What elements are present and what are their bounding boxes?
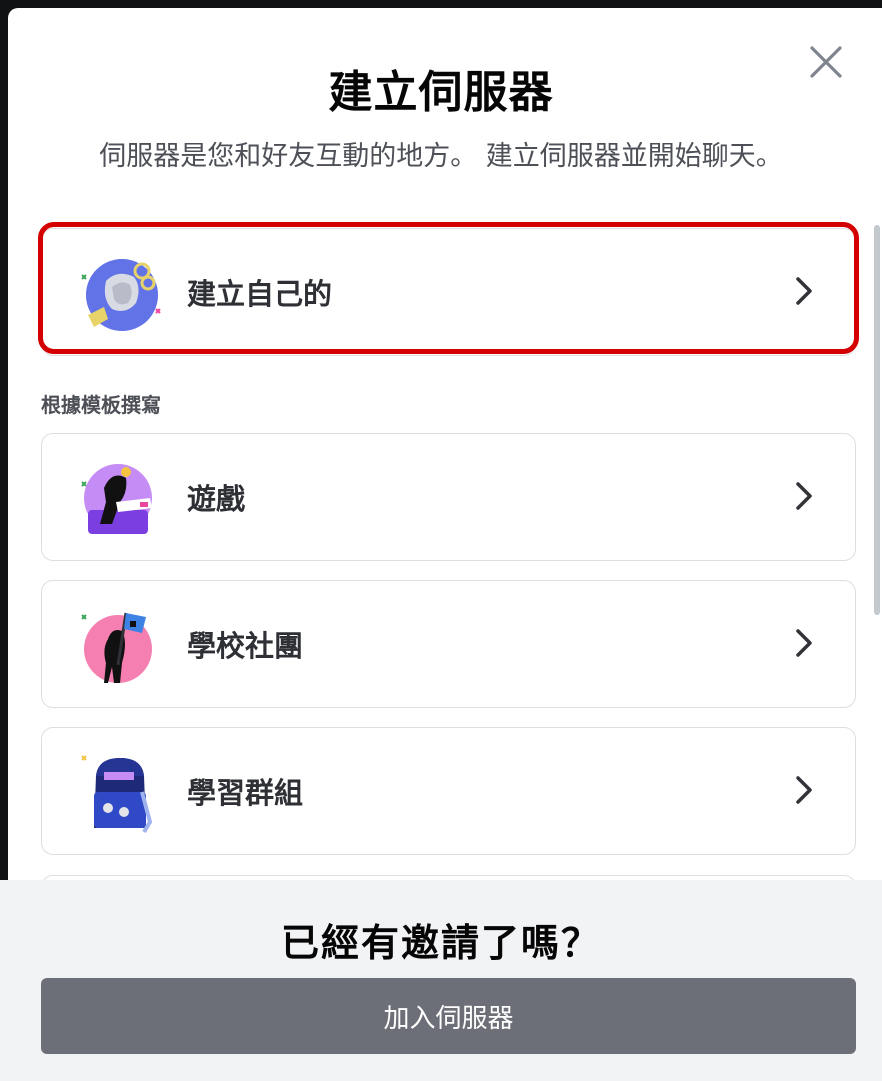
- chevron-right-icon: [796, 482, 812, 510]
- study-group-icon: [81, 755, 153, 834]
- footer-title: 已經有邀請了嗎？: [280, 921, 601, 965]
- modal-title: 建立伺服器: [328, 67, 554, 118]
- gaming-icon: [81, 464, 152, 534]
- template-gaming-label: 遊戲: [187, 482, 246, 516]
- modal-subtitle: 伺服器是您和好友互動的地方。 建立伺服器並開始聊天。: [99, 141, 783, 172]
- school-club-icon: [81, 612, 152, 683]
- template-study-group-option[interactable]: 學習群組: [41, 727, 856, 855]
- template-school-club-label: 學校社團: [187, 629, 304, 663]
- globe-hand-icon: [81, 259, 161, 331]
- template-study-group-label: 學習群組: [187, 776, 304, 810]
- join-server-button[interactable]: 加入伺服器: [41, 978, 856, 1054]
- chevron-right-icon: [796, 776, 812, 804]
- create-own-option[interactable]: 建立自己的: [41, 228, 856, 356]
- chevron-right-icon: [796, 629, 812, 657]
- chevron-right-icon: [796, 277, 812, 305]
- template-gaming-option[interactable]: 遊戲: [41, 433, 856, 561]
- create-own-label: 建立自己的: [187, 277, 333, 311]
- template-school-club-option[interactable]: 學校社團: [41, 580, 856, 708]
- templates-header: 根據模板撰寫: [41, 393, 161, 417]
- scrollbar[interactable]: [874, 225, 880, 615]
